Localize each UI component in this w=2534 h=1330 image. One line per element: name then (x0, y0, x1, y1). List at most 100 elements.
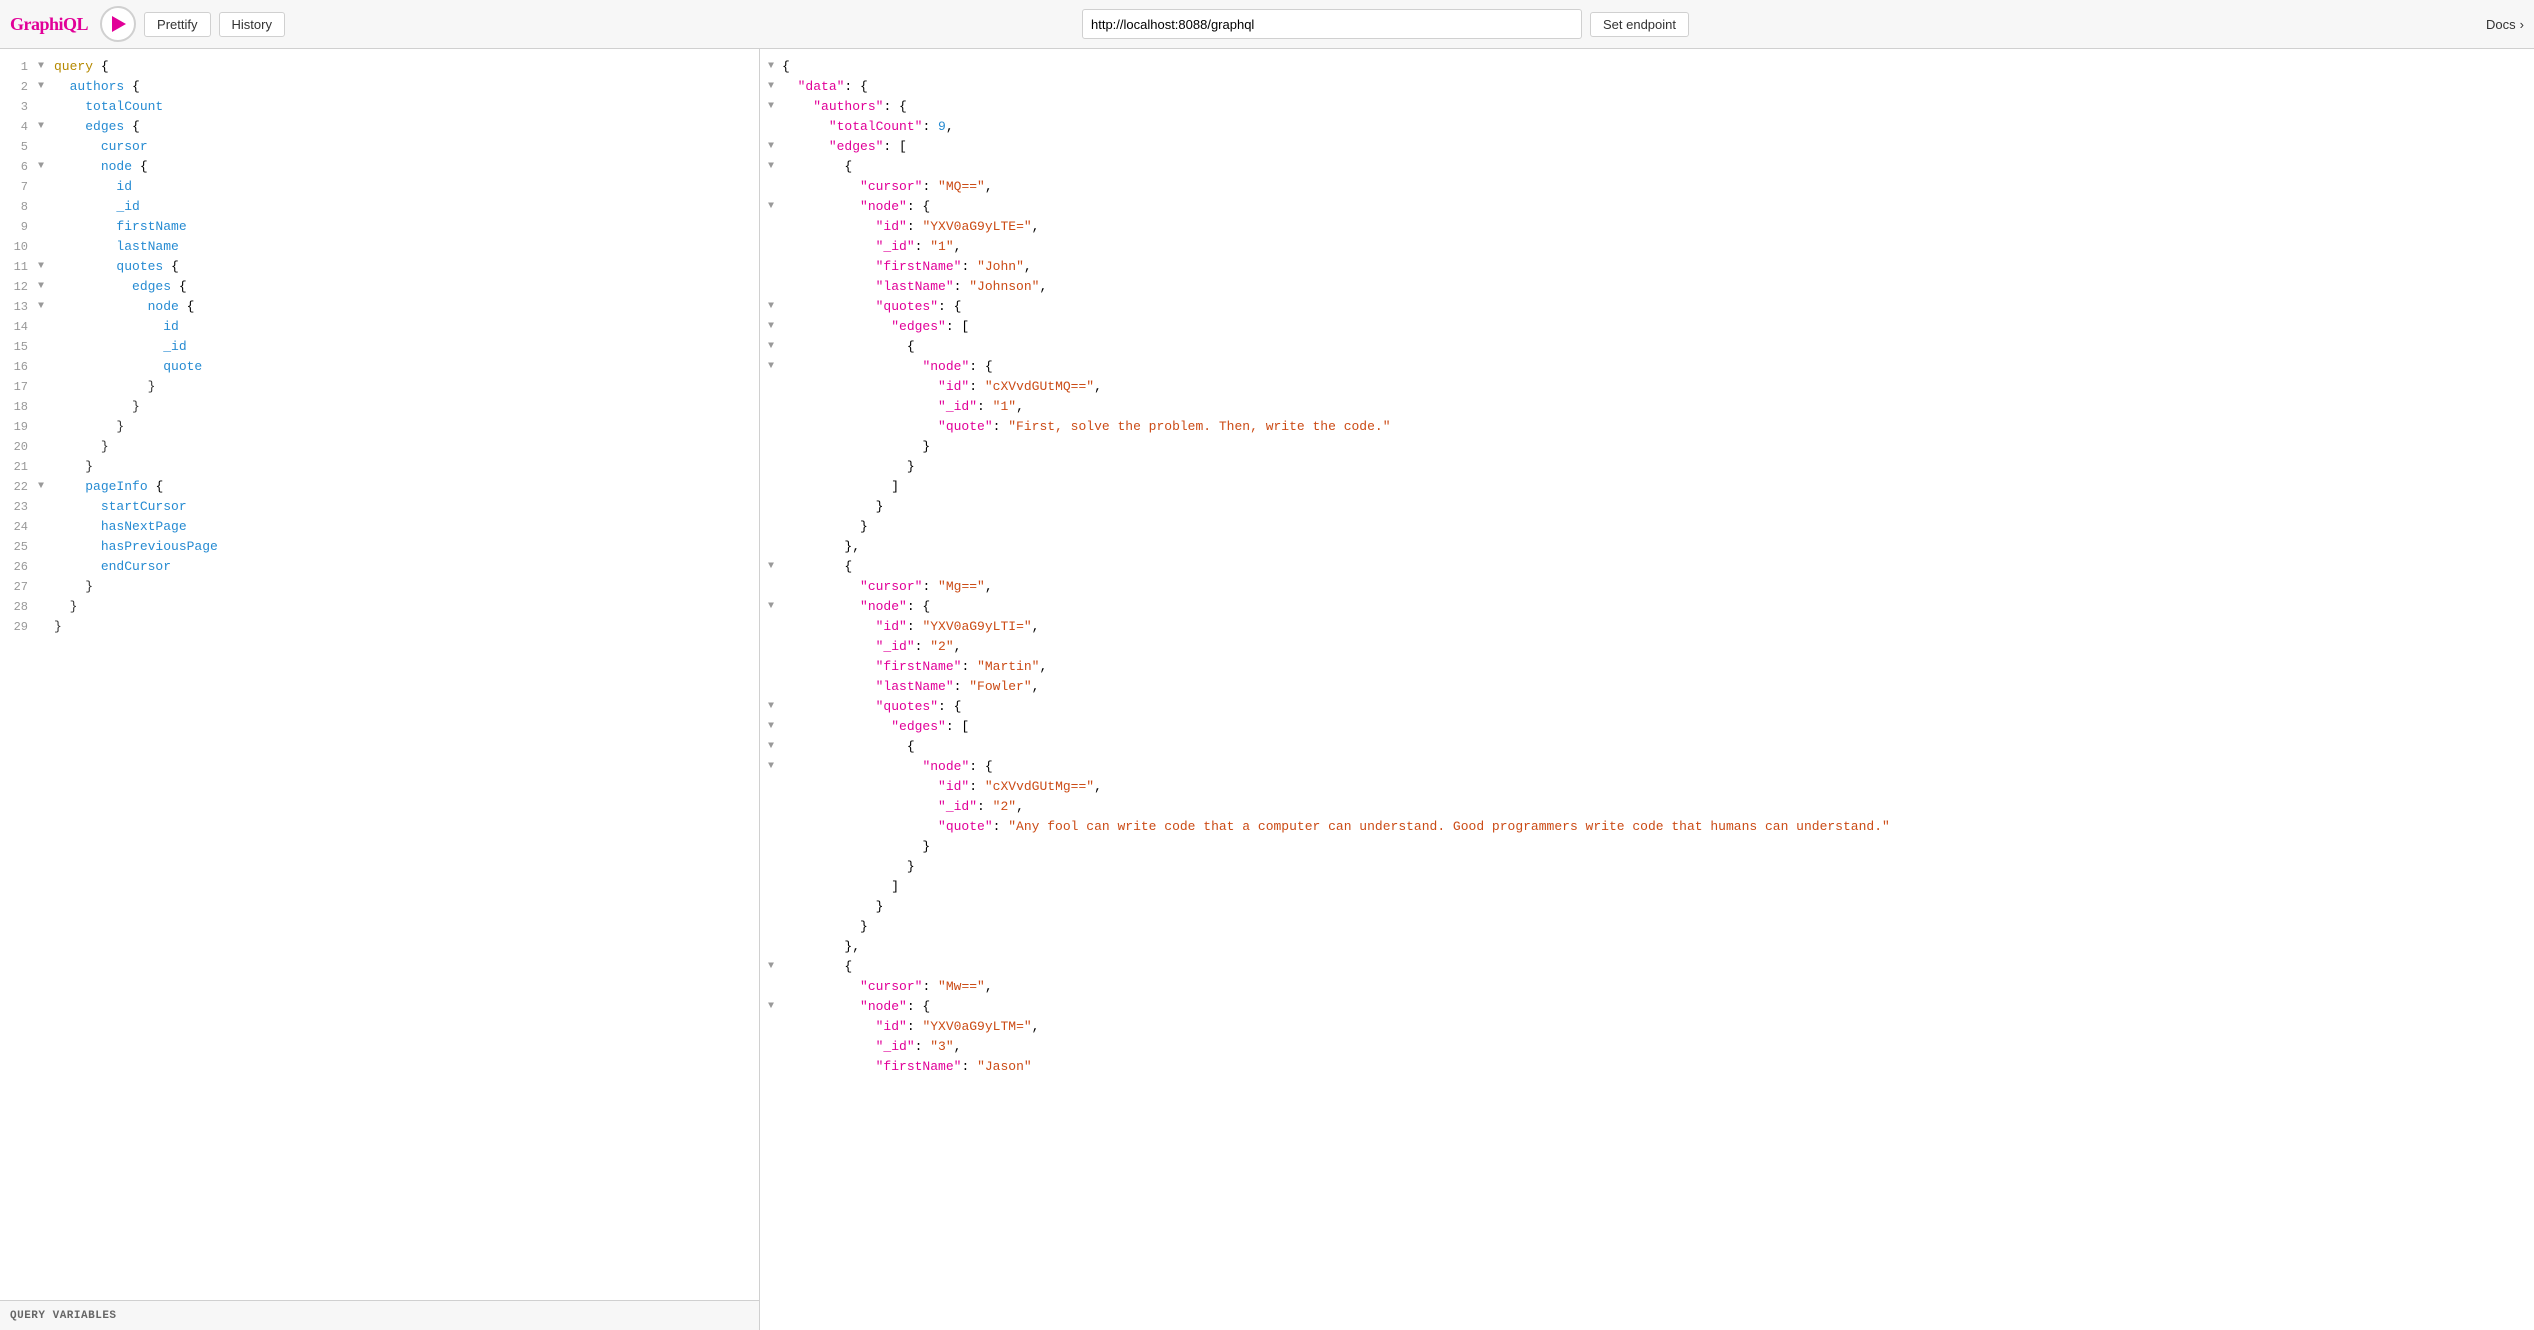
query-line: 2▼ authors { (0, 77, 759, 97)
response-line: ▼ "node": { (768, 197, 2534, 217)
json-fold-arrow (768, 917, 782, 937)
json-content: { (782, 57, 790, 77)
fold-arrow[interactable]: ▼ (38, 477, 52, 497)
json-content: "cursor": "Mg==", (782, 577, 993, 597)
query-line: 13▼ node { (0, 297, 759, 317)
history-button[interactable]: History (219, 12, 285, 37)
json-content: } (782, 497, 883, 517)
query-line: 15 _id (0, 337, 759, 357)
query-line: 16 quote (0, 357, 759, 377)
json-fold-arrow: ▼ (768, 137, 782, 157)
response-line: ] (768, 877, 2534, 897)
query-line: 28 } (0, 597, 759, 617)
line-number: 3 (0, 97, 38, 117)
json-content: "data": { (782, 77, 868, 97)
json-content: "totalCount": 9, (782, 117, 954, 137)
response-line: ▼ "quotes": { (768, 697, 2534, 717)
line-number: 24 (0, 517, 38, 537)
code-content: id (52, 317, 179, 337)
response-line: "firstName": "John", (768, 257, 2534, 277)
query-line: 10 lastName (0, 237, 759, 257)
json-content: "id": "cXVvdGUtMQ==", (782, 377, 1102, 397)
code-content: _id (52, 337, 187, 357)
prettify-button[interactable]: Prettify (144, 12, 210, 37)
line-number: 14 (0, 317, 38, 337)
json-fold-arrow (768, 657, 782, 677)
set-endpoint-button[interactable]: Set endpoint (1590, 12, 1689, 37)
code-content: } (52, 397, 140, 417)
json-content: } (782, 437, 930, 457)
json-fold-arrow (768, 477, 782, 497)
response-line: ▼ "data": { (768, 77, 2534, 97)
fold-arrow[interactable]: ▼ (38, 77, 52, 97)
response-line: } (768, 837, 2534, 857)
response-line: ▼ { (768, 737, 2534, 757)
query-line: 26 endCursor (0, 557, 759, 577)
json-fold-arrow: ▼ (768, 757, 782, 777)
code-content: } (52, 577, 93, 597)
response-line: } (768, 897, 2534, 917)
line-number: 13 (0, 297, 38, 317)
json-content: }, (782, 537, 860, 557)
json-fold-arrow (768, 977, 782, 997)
query-line: 12▼ edges { (0, 277, 759, 297)
query-line: 1▼query { (0, 57, 759, 77)
query-line: 29 } (0, 617, 759, 637)
response-line: "cursor": "Mg==", (768, 577, 2534, 597)
response-line: ▼ "node": { (768, 757, 2534, 777)
json-fold-arrow (768, 397, 782, 417)
query-line: 22▼ pageInfo { (0, 477, 759, 497)
json-content: "id": "YXV0aG9yLTE=", (782, 217, 1039, 237)
query-editor[interactable]: 1▼query {2▼ authors {3 totalCount4▼ edge… (0, 49, 759, 1300)
json-content: "edges": [ (782, 137, 907, 157)
code-content: startCursor (52, 497, 187, 517)
json-fold-arrow (768, 177, 782, 197)
json-content: "node": { (782, 757, 993, 777)
code-content: pageInfo { (52, 477, 163, 497)
json-fold-arrow (768, 897, 782, 917)
response-line: "_id": "1", (768, 397, 2534, 417)
json-fold-arrow (768, 257, 782, 277)
json-fold-arrow (768, 117, 782, 137)
json-content: "_id": "1", (782, 237, 961, 257)
endpoint-input[interactable] (1082, 9, 1582, 39)
line-number: 27 (0, 577, 38, 597)
code-content: id (52, 177, 132, 197)
response-line: } (768, 497, 2534, 517)
fold-arrow[interactable]: ▼ (38, 157, 52, 177)
json-content: ] (782, 877, 899, 897)
line-number: 2 (0, 77, 38, 97)
json-content: "lastName": "Fowler", (782, 677, 1039, 697)
docs-button[interactable]: Docs › (2486, 17, 2524, 32)
query-line: 9 firstName (0, 217, 759, 237)
json-content: { (782, 737, 915, 757)
json-content: "id": "YXV0aG9yLTI=", (782, 617, 1039, 637)
response-line: ▼ { (768, 337, 2534, 357)
query-variables-bar[interactable]: QUERY VARIABLES (0, 1300, 759, 1330)
json-fold-arrow: ▼ (768, 297, 782, 317)
json-fold-arrow: ▼ (768, 357, 782, 377)
json-content: "edges": [ (782, 317, 969, 337)
json-fold-arrow (768, 1017, 782, 1037)
query-variables-label: QUERY VARIABLES (10, 1310, 117, 1322)
query-editor-panel: 1▼query {2▼ authors {3 totalCount4▼ edge… (0, 49, 760, 1330)
json-content: "node": { (782, 357, 993, 377)
response-panel[interactable]: ▼{▼ "data": {▼ "authors": { "totalCount"… (760, 49, 2534, 1330)
line-number: 16 (0, 357, 38, 377)
response-line: "_id": "1", (768, 237, 2534, 257)
query-line: 7 id (0, 177, 759, 197)
response-line: ▼ "node": { (768, 997, 2534, 1017)
fold-arrow[interactable]: ▼ (38, 117, 52, 137)
fold-arrow[interactable]: ▼ (38, 297, 52, 317)
line-number: 22 (0, 477, 38, 497)
code-content: query { (52, 57, 109, 77)
fold-arrow[interactable]: ▼ (38, 277, 52, 297)
graphiql-logo: GraphiQL (10, 14, 88, 35)
code-content: totalCount (52, 97, 163, 117)
main-content: 1▼query {2▼ authors {3 totalCount4▼ edge… (0, 49, 2534, 1330)
run-button[interactable] (100, 6, 136, 42)
response-line: }, (768, 537, 2534, 557)
fold-arrow[interactable]: ▼ (38, 57, 52, 77)
line-number: 1 (0, 57, 38, 77)
fold-arrow[interactable]: ▼ (38, 257, 52, 277)
